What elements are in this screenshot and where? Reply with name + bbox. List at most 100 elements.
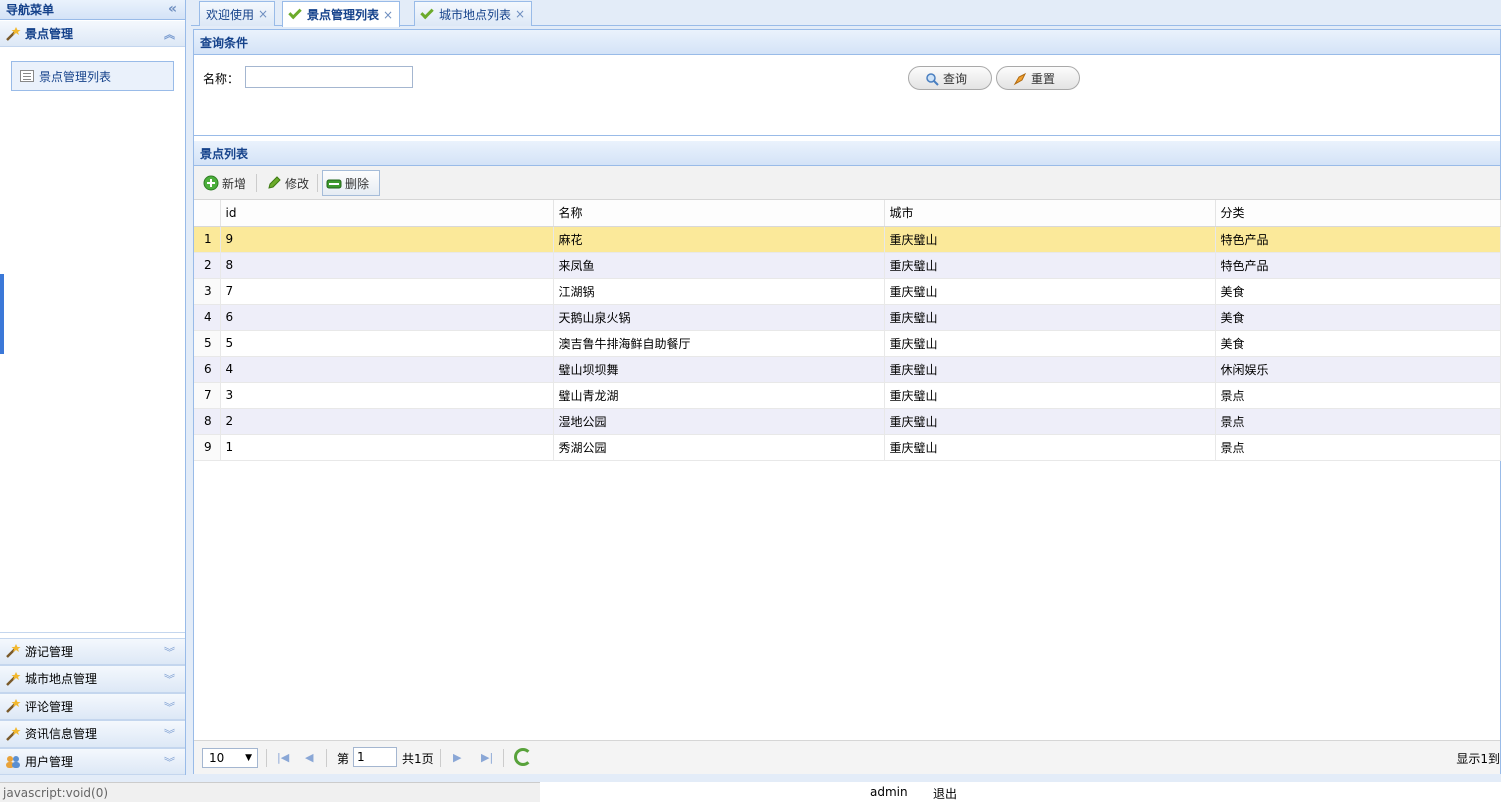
cell-name: 麻花	[553, 226, 885, 253]
sidebar-section-news[interactable]: 资讯信息管理 ︾	[0, 720, 185, 748]
logout-link[interactable]: 退出	[933, 785, 957, 802]
edit-button-label: 修改	[285, 176, 310, 191]
total-pages: 共1页	[402, 752, 434, 766]
wand-icon	[5, 726, 23, 742]
wand-icon	[5, 26, 23, 42]
tab-welcome[interactable]: 欢迎使用 ×	[199, 1, 276, 26]
page-size-value: 10	[209, 751, 225, 765]
column-header-city[interactable]: 城市	[884, 200, 1216, 227]
list-doc-icon	[20, 70, 34, 82]
table-row[interactable]: 4 6 天鹅山泉火锅 重庆璧山 美食	[194, 304, 1501, 331]
tab-city-list[interactable]: 城市地点列表 ×	[414, 1, 533, 26]
tab-scenic-list[interactable]: 景点管理列表 ×	[282, 1, 401, 27]
toolbar-separator	[317, 174, 318, 192]
sidebar-section-travelogue[interactable]: 游记管理 ︾	[0, 637, 185, 665]
current-user: admin	[870, 785, 908, 799]
edit-button[interactable]: 修改	[263, 170, 309, 196]
cell-category: 美食	[1215, 278, 1501, 305]
reset-button[interactable]: 重置	[996, 66, 1080, 90]
sidebar-item-scenic-list[interactable]: 景点管理列表	[11, 61, 174, 91]
query-panel: 查询条件 名称： 查询 重置	[194, 30, 1500, 136]
tab-label: 城市地点列表	[439, 7, 512, 22]
refresh-icon[interactable]	[514, 748, 532, 766]
pencil-icon	[268, 176, 281, 189]
cell-category: 特色产品	[1215, 252, 1501, 279]
cell-name: 湿地公园	[553, 408, 885, 435]
chevron-down-icon[interactable]: ︾	[164, 671, 175, 687]
sidebar-section-label: 游记管理	[25, 644, 74, 659]
row-number: 7	[194, 382, 221, 409]
row-number: 5	[194, 330, 221, 357]
sidebar-section-users[interactable]: 用户管理 ︾	[0, 747, 185, 775]
first-page-icon[interactable]: |◀	[277, 751, 289, 764]
table-row[interactable]: 5 5 澳吉鲁牛排海鲜自助餐厅 重庆璧山 美食	[194, 330, 1501, 357]
cell-id: 6	[220, 304, 554, 331]
pager-separator	[326, 749, 327, 767]
cell-category: 景点	[1215, 434, 1501, 461]
table-row[interactable]: 6 4 璧山坝坝舞 重庆璧山 休闲娱乐	[194, 356, 1501, 383]
table-row[interactable]: 8 2 湿地公园 重庆璧山 景点	[194, 408, 1501, 435]
page-prefix: 第	[337, 752, 350, 766]
table-row[interactable]: 7 3 璧山青龙湖 重庆璧山 景点	[194, 382, 1501, 409]
sidebar-section-city[interactable]: 城市地点管理 ︾	[0, 665, 185, 693]
close-icon[interactable]: ×	[515, 7, 525, 21]
pager-separator	[440, 749, 441, 767]
cell-city: 重庆璧山	[884, 434, 1216, 461]
prev-page-icon[interactable]: ◀	[305, 751, 313, 764]
status-bar: javascript:void(0) admin 退出	[0, 782, 1501, 802]
cell-city: 重庆璧山	[884, 226, 1216, 253]
page-size-select[interactable]: 10 ▼	[202, 748, 258, 768]
chevron-down-icon[interactable]: ︾	[164, 754, 175, 770]
search-button[interactable]: 查询	[908, 66, 992, 90]
last-page-icon[interactable]: ▶|	[481, 751, 493, 764]
collapse-sidebar-icon[interactable]: «	[168, 1, 177, 17]
sidebar-section-scenic[interactable]: 景点管理 ︽	[0, 20, 185, 47]
pager-separator	[266, 749, 267, 767]
cell-city: 重庆璧山	[884, 304, 1216, 331]
add-icon	[203, 175, 219, 191]
delete-button-label: 删除	[345, 176, 370, 191]
cell-id: 2	[220, 408, 554, 435]
delete-button[interactable]: 删除	[322, 170, 380, 196]
cell-city: 重庆璧山	[884, 408, 1216, 435]
tab-bar: 欢迎使用 × 景点管理列表 × 城市地点列表 ×	[191, 0, 1501, 27]
table-row[interactable]: 3 7 江湖锅 重庆璧山 美食	[194, 278, 1501, 305]
chevron-down-icon[interactable]: ︾	[164, 699, 175, 715]
pagination-bar: 10 ▼ |◀ ◀ 第 1 共1页 ▶ ▶| 显示1到	[194, 740, 1500, 774]
page-number-value: 1	[357, 750, 365, 764]
row-number: 8	[194, 408, 221, 435]
add-button[interactable]: 新增	[200, 170, 246, 196]
cell-id: 5	[220, 330, 554, 357]
cell-category: 休闲娱乐	[1215, 356, 1501, 383]
table-row[interactable]: 9 1 秀湖公园 重庆璧山 景点	[194, 434, 1501, 461]
chevron-down-icon[interactable]: ︾	[164, 644, 175, 660]
name-search-input[interactable]	[245, 66, 413, 88]
search-button-label: 查询	[943, 71, 968, 86]
cell-name: 江湖锅	[553, 278, 885, 305]
toolbar-separator	[256, 174, 257, 192]
next-page-icon[interactable]: ▶	[453, 751, 461, 764]
close-icon[interactable]: ×	[258, 7, 268, 21]
cell-city: 重庆璧山	[884, 252, 1216, 279]
add-button-label: 新增	[222, 176, 247, 191]
chevron-down-icon[interactable]: ︾	[164, 726, 175, 742]
page-number-input[interactable]: 1	[353, 747, 397, 767]
cell-city: 重庆璧山	[884, 330, 1216, 357]
table-row[interactable]: 2 8 来凤鱼 重庆璧山 特色产品	[194, 252, 1501, 279]
cell-category: 美食	[1215, 330, 1501, 357]
chevron-up-icon[interactable]: ︽	[164, 26, 175, 42]
app-window: 导航菜单 « 景点管理 ︽ 景点管理列表 游记管理 ︾ 城市地点管理 ︾ 评论管…	[0, 0, 1501, 802]
column-header-name[interactable]: 名称	[553, 200, 885, 227]
table-row[interactable]: 1 9 麻花 重庆璧山 特色产品	[194, 226, 1501, 253]
remove-icon	[326, 179, 342, 189]
column-header-category[interactable]: 分类	[1215, 200, 1501, 227]
cell-name: 秀湖公园	[553, 434, 885, 461]
sidebar: 导航菜单 « 景点管理 ︽ 景点管理列表 游记管理 ︾ 城市地点管理 ︾ 评论管…	[0, 0, 186, 775]
tab-label: 欢迎使用	[206, 7, 255, 22]
list-title: 景点列表	[194, 141, 1500, 166]
sidebar-item-label: 景点管理列表	[39, 69, 112, 84]
dropdown-arrow-icon: ▼	[245, 753, 252, 763]
sidebar-section-comments[interactable]: 评论管理 ︾	[0, 692, 185, 720]
column-header-id[interactable]: id	[220, 200, 554, 227]
close-icon[interactable]: ×	[383, 8, 393, 22]
